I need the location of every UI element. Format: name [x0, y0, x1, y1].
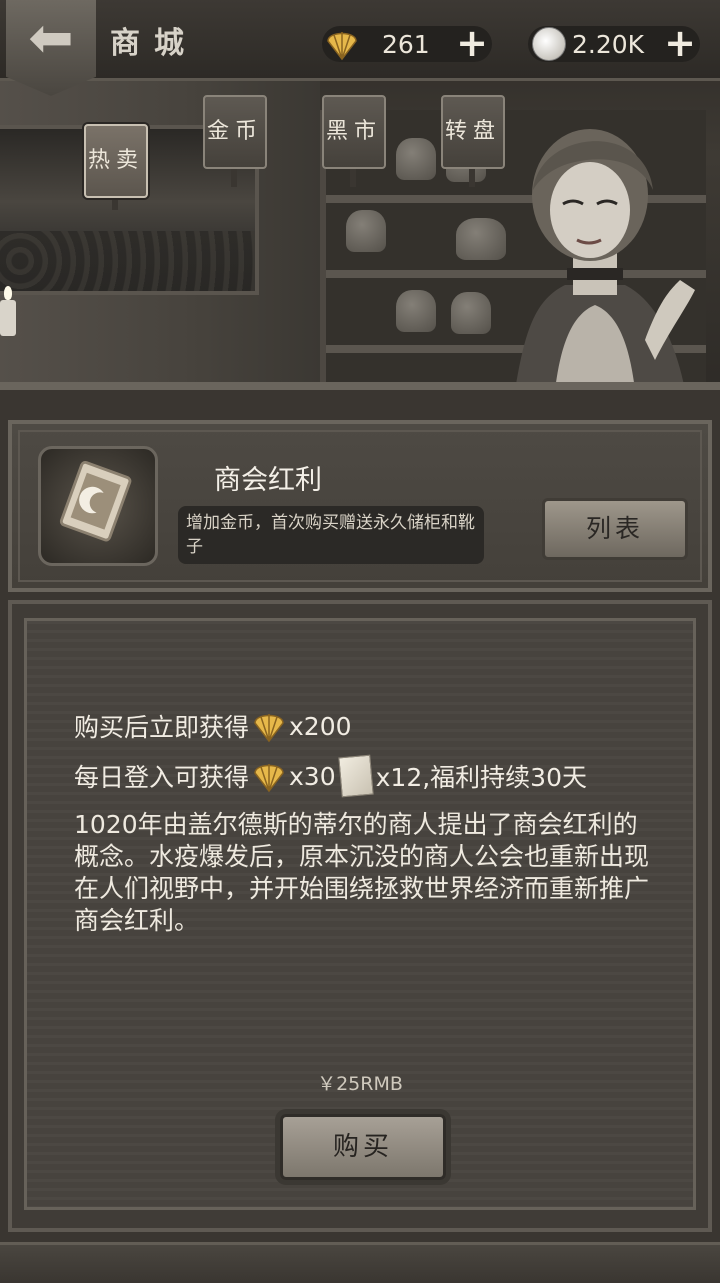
- shell-icon: [327, 32, 357, 61]
- daily-reward-label: 每日登入可获得: [74, 763, 250, 792]
- back-arrow-icon: ⬅: [28, 6, 74, 69]
- tab-wheel[interactable]: 转盘: [441, 95, 505, 169]
- list-button[interactable]: 列表: [542, 498, 688, 560]
- tab-hot-sale[interactable]: 热卖: [84, 124, 148, 198]
- shell-icon: [254, 714, 284, 743]
- promo-icon-frame: [38, 446, 158, 566]
- promo-card: 商会红利 增加金币，首次购买赠送永久储柜和靴子 列表: [8, 420, 712, 592]
- shell-count: 261: [382, 29, 430, 59]
- add-coins-button[interactable]: +: [664, 24, 696, 62]
- daily-shell-amount: x30: [289, 761, 336, 791]
- moon-card-icon: [59, 460, 132, 542]
- shell-icon: [254, 764, 284, 793]
- instant-reward-line: 购买后立即获得 x200: [74, 708, 352, 744]
- add-shells-button[interactable]: +: [456, 24, 488, 62]
- page-title: 商城: [110, 26, 198, 61]
- instant-reward-amount: x200: [289, 711, 352, 741]
- coin-currency: 2.20K +: [528, 24, 700, 62]
- bottom-strip: [0, 1242, 720, 1283]
- back-button[interactable]: ⬅: [6, 0, 96, 96]
- details-panel: 购买后立即获得 x200 每日登入可获得 x30 x12,福利持续30天 102…: [8, 600, 712, 1232]
- daily-reward-line: 每日登入可获得 x30 x12,福利持续30天: [74, 754, 587, 798]
- price-label: ￥25RMB: [317, 1073, 403, 1095]
- instant-reward-label: 购买后立即获得: [74, 713, 250, 742]
- lore-text: 1020年由盖尔德斯的蒂尔的商人提出了商会红利的概念。水疫爆发后，原本沉没的商人…: [74, 810, 650, 935]
- daily-paper-amount: x12,福利持续30天: [375, 763, 587, 792]
- top-bar: ⬅ 商城 261 + 2.20K +: [0, 0, 720, 96]
- shell-currency: 261 +: [322, 24, 492, 62]
- candle: [0, 286, 16, 336]
- promo-title: 商会红利: [214, 465, 322, 496]
- tab-gold-coins[interactable]: 金币: [203, 95, 267, 169]
- paper-scroll-icon: [337, 754, 374, 798]
- promo-description: 增加金币，首次购买赠送永久储柜和靴子: [178, 506, 484, 564]
- silver-coin-icon: [532, 27, 566, 61]
- buy-button[interactable]: 购买: [280, 1114, 446, 1180]
- tab-black-market[interactable]: 黑市: [322, 95, 386, 169]
- coin-count: 2.20K: [572, 29, 645, 59]
